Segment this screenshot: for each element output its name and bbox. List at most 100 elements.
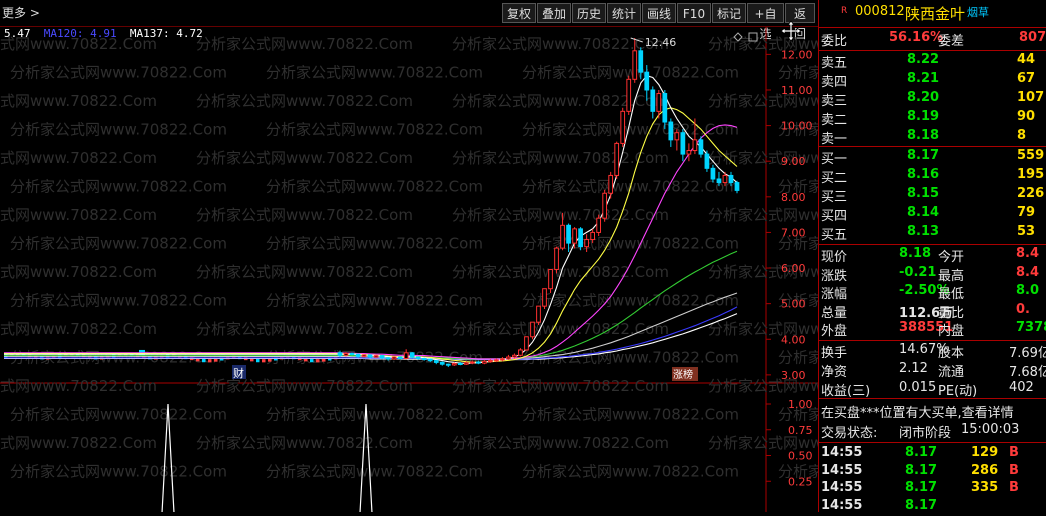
fund-label: 流通 (938, 365, 965, 380)
candle-body (608, 174, 614, 194)
industry-tag[interactable]: 烟草 (967, 4, 989, 20)
trade-status-label: 交易状态: (821, 426, 878, 441)
watermark-text: 分析家公式网www.70822.Com (10, 292, 227, 310)
kline-chart-svg[interactable]: 分析家公式网www.70822.Com 分析家公式网www.70822.Com 分析… (0, 27, 818, 512)
fund-label: PE(动) (938, 384, 978, 399)
tick-price: 8.17 (905, 445, 938, 460)
watermark-text: 分析家公式网www.70822.Com (0, 377, 157, 395)
weicha-value: 807 (1019, 30, 1046, 45)
sell-label: 卖一 (821, 132, 848, 147)
candle-body (403, 352, 409, 359)
candle-body (710, 167, 716, 180)
sell-price: 8.22 (907, 52, 940, 67)
candle-body (704, 153, 710, 169)
more-link[interactable]: 更多 > (2, 4, 40, 21)
price-tick-label: 3.00 (781, 369, 806, 382)
history-candle (202, 359, 206, 363)
sub-tick-label: 0.25 (788, 475, 813, 488)
big-order-notice[interactable]: 在买盘***位置有大买单,查看详情 (821, 402, 1014, 421)
buy-price: 8.14 (907, 205, 940, 220)
watermark-text: 分析家公式网www.70822.Com (452, 149, 669, 167)
watermark-text: 分析家公式网www.70822.Com (778, 64, 818, 82)
marker-zhangting: 涨榜 (673, 368, 693, 381)
stat-label: 内盘 (938, 324, 965, 339)
watermark-text: 分析家公式网www.70822.Com (10, 178, 227, 196)
sell-row: 卖二 8.19 90 (819, 109, 1046, 128)
fund-value: 0.015 (899, 380, 937, 395)
tick-time: 14:55 (821, 462, 863, 478)
sell-volume: 90 (1017, 109, 1036, 124)
candle-body (530, 321, 535, 338)
fund-value: 402 (1009, 380, 1034, 395)
candle-body (668, 121, 674, 141)
tick-row: 14:55 8.17 (819, 498, 1046, 516)
stat-value: -0.21 (899, 264, 937, 280)
toolbar-button-0[interactable]: 复权 (502, 3, 536, 23)
candle-body (572, 228, 577, 244)
buy-row: 买二 8.16 195 (819, 167, 1046, 186)
candle-body (578, 228, 583, 248)
buy-volume: 195 (1017, 167, 1045, 182)
tick-time: 14:55 (821, 480, 863, 495)
candle-body (680, 132, 686, 155)
toolbar-button-6[interactable]: 标记 (712, 3, 746, 23)
price-tick-label: 7.00 (781, 226, 806, 239)
history-candle (256, 359, 260, 363)
tick-price: 8.17 (905, 480, 938, 495)
watermark-text: 分析家公式网www.70822.Com (10, 235, 227, 253)
buy-volume: 79 (1017, 205, 1036, 220)
buy-label: 买三 (821, 190, 848, 205)
stat-row: 现价 8.18 今开 8.4 (819, 246, 1046, 265)
fund-label: 净资 (821, 365, 848, 380)
toolbar-button-7[interactable]: +自选 (747, 3, 784, 41)
candle-body (542, 288, 547, 307)
stat-label: 最高 (938, 268, 965, 284)
toolbar-button-3[interactable]: 统计 (607, 3, 641, 23)
buy-row: 买五 8.13 53 (819, 224, 1046, 243)
candle-body (367, 354, 373, 358)
buy-label: 买二 (821, 171, 848, 186)
candle-body (674, 132, 680, 141)
stat-label: 现价 (821, 250, 848, 265)
stat-label: 涨跌 (821, 268, 848, 284)
buy-row: 买三 8.15 226 (819, 186, 1046, 205)
stock-header: R 000812 陕西金叶 烟草 (819, 4, 1046, 24)
trade-status-time: 15:00:03 (961, 422, 1020, 437)
stock-name: 陕西金叶 (905, 5, 966, 23)
watermark-text: 分析家公式网www.70822.Com (196, 434, 413, 452)
buy-label: 买四 (821, 209, 848, 224)
candle-body (524, 336, 529, 351)
candle-body (728, 174, 734, 184)
candle-body (548, 268, 553, 290)
candle-body (626, 78, 632, 112)
buy-label: 买五 (821, 228, 848, 243)
toolbar-button-5[interactable]: F10 (677, 3, 711, 23)
watermark-text: 分析家公式网www.70822.Com (452, 35, 669, 53)
watermark-text: 分析家公式网www.70822.Com (452, 320, 669, 338)
candle-body (662, 93, 668, 123)
candle-body (457, 362, 463, 365)
watermark-text: 分析家公式网www.70822.Com (266, 463, 483, 481)
candle-body (554, 247, 559, 270)
fund-row: 收益(三) 0.015 PE(动) 402 (819, 380, 1046, 399)
tick-side: B (1009, 480, 1019, 495)
toolbar-button-4[interactable]: 画线 (642, 3, 676, 23)
candle-body (361, 354, 367, 357)
candle-body (475, 361, 481, 364)
candle-body (734, 182, 740, 191)
candle-body (566, 224, 571, 244)
toolbar-button-2[interactable]: 历史 (572, 3, 606, 23)
weibi-value: 56.16% (889, 30, 944, 45)
price-tick-label: 8.00 (781, 191, 806, 204)
stock-code: 000812 (855, 4, 905, 19)
candle-body (427, 358, 433, 362)
toolbar-button-1[interactable]: 叠加 (537, 3, 571, 23)
fund-label: 收益(三) (821, 384, 871, 399)
stat-value: 737804 (1016, 320, 1046, 335)
candle-body (614, 142, 620, 176)
notice-row[interactable]: 在买盘***位置有大买单,查看详情 (819, 402, 1046, 421)
sell-price: 8.19 (907, 109, 940, 124)
candle-body (638, 50, 644, 73)
kline-chart[interactable]: 分析家公式网www.70822.Com 分析家公式网www.70822.Com 分析… (0, 27, 818, 512)
watermark-text: 分析家公式网www.70822.Com (452, 206, 669, 224)
